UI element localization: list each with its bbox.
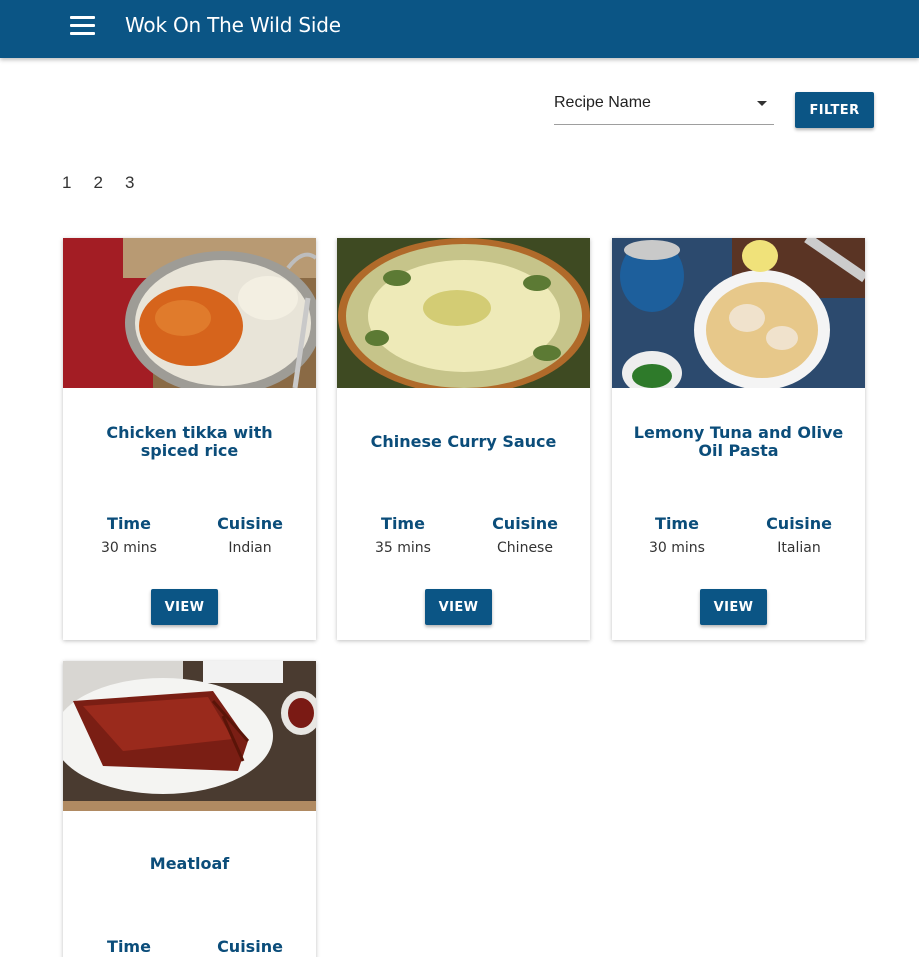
caret-down-icon xyxy=(757,101,767,106)
recipe-card: Meatloaf Time Cuisine xyxy=(63,661,316,957)
recipe-card: Lemony Tuna and Olive Oil Pasta Time Cui… xyxy=(612,238,865,640)
cuisine-heading: Cuisine xyxy=(766,514,832,533)
app-title: Wok On The Wild Side xyxy=(125,13,341,37)
recipe-title: Chicken tikka with spiced rice xyxy=(106,423,273,460)
cuisine-heading: Cuisine xyxy=(217,514,283,533)
menu-icon[interactable] xyxy=(70,16,95,38)
time-heading: Time xyxy=(655,514,699,533)
recipe-image xyxy=(612,238,865,388)
recipe-title: Chinese Curry Sauce xyxy=(370,432,557,451)
view-button[interactable]: VIEW xyxy=(700,589,767,625)
cuisine-heading: Cuisine xyxy=(492,514,558,533)
recipe-image xyxy=(63,238,316,388)
recipe-image xyxy=(63,661,316,811)
sort-field-select[interactable]: Recipe Name xyxy=(554,88,774,125)
cuisine-value: Indian xyxy=(228,540,272,556)
time-value: 30 mins xyxy=(649,540,705,556)
cuisine-heading: Cuisine xyxy=(217,937,283,956)
app-bar: Wok On The Wild Side xyxy=(0,0,919,58)
page-link-1[interactable]: 1 xyxy=(62,173,71,193)
time-heading: Time xyxy=(381,514,425,533)
time-value: 30 mins xyxy=(101,540,157,556)
time-heading: Time xyxy=(107,937,151,956)
view-button[interactable]: VIEW xyxy=(151,589,218,625)
page-link-2[interactable]: 2 xyxy=(93,173,102,193)
recipe-card: Chinese Curry Sauce Time Cuisine 35 mins… xyxy=(337,238,590,640)
cuisine-value: Italian xyxy=(777,540,821,556)
time-heading: Time xyxy=(107,514,151,533)
select-value: Recipe Name xyxy=(554,94,651,111)
filter-button[interactable]: FILTER xyxy=(795,92,874,128)
page-link-3[interactable]: 3 xyxy=(125,173,134,193)
view-button[interactable]: VIEW xyxy=(425,589,492,625)
pagination: 1 2 3 xyxy=(62,173,156,193)
time-value: 35 mins xyxy=(375,540,431,556)
recipe-image xyxy=(337,238,590,388)
recipe-title: Meatloaf xyxy=(149,854,230,873)
recipe-title: Lemony Tuna and Olive Oil Pasta xyxy=(633,423,844,460)
cuisine-value: Chinese xyxy=(497,540,553,556)
recipe-card: Chicken tikka with spiced rice Time Cuis… xyxy=(63,238,316,640)
